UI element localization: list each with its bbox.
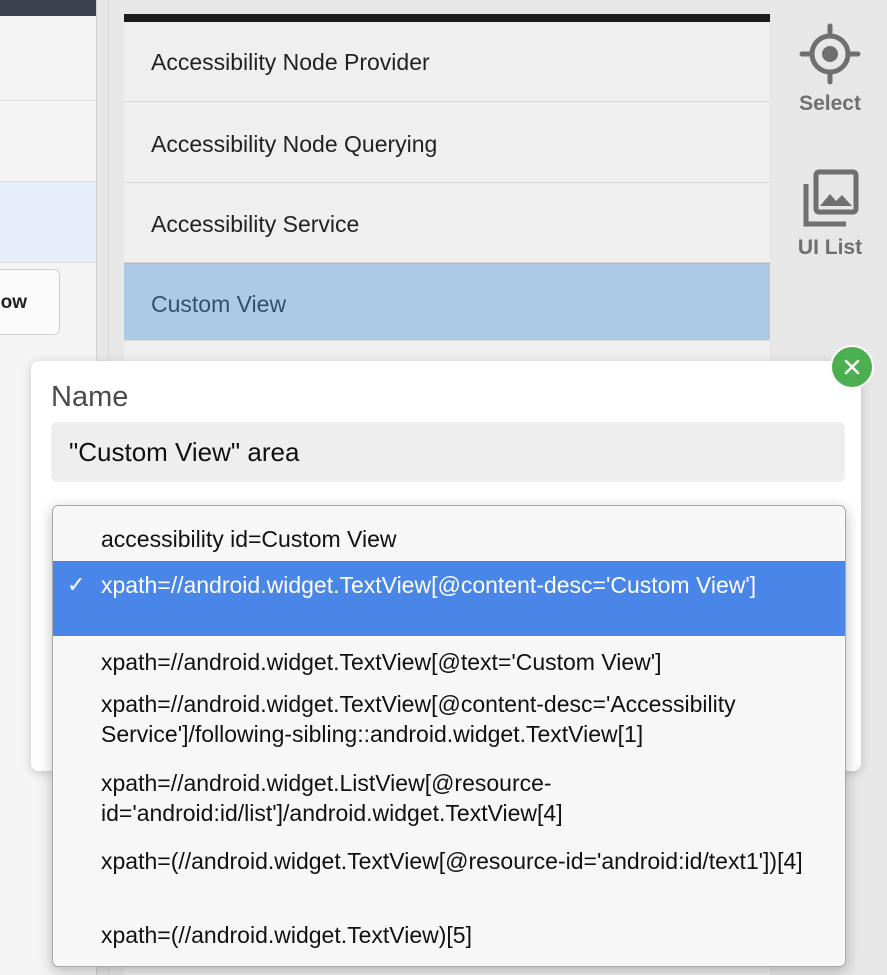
list-item-label: Accessibility Node Provider (151, 49, 430, 75)
locator-option[interactable]: xpath=//android.widget.TextView[@content… (53, 689, 845, 749)
left-list-row-selected[interactable] (0, 182, 96, 263)
locator-option[interactable]: xpath=//android.widget.TextView[@text='C… (53, 647, 845, 677)
image-stack-icon (803, 169, 859, 227)
locator-option[interactable]: xpath=(//android.widget.TextView[@resour… (53, 846, 845, 876)
locator-option-text: xpath=(//android.widget.TextView)[5] (101, 922, 472, 948)
left-list-row[interactable] (0, 101, 96, 182)
select-tool-button[interactable]: Select (784, 22, 876, 116)
checkmark-icon: ✓ (67, 572, 86, 597)
list-item-label: Accessibility Service (151, 211, 360, 237)
ui-list-tool-button[interactable]: UI List (784, 166, 876, 260)
name-label: Name (51, 381, 129, 413)
locator-dropdown[interactable]: accessibility id=Custom View ✓ xpath=//a… (52, 505, 846, 967)
close-icon (844, 359, 860, 375)
list-item-label: Accessibility Node Querying (151, 131, 438, 157)
list-item-accessibility-service[interactable]: Accessibility Service (124, 183, 770, 263)
ui-list-tool-label: UI List (797, 236, 863, 259)
locator-option-text: xpath=//android.widget.ListView[@resourc… (101, 770, 563, 826)
left-list-row[interactable] (0, 16, 96, 101)
close-button[interactable] (830, 345, 874, 389)
left-action-button-label: ow (0, 292, 27, 313)
crosshair-icon (799, 23, 861, 85)
locator-option-text: xpath=//android.widget.TextView[@text='C… (101, 649, 662, 675)
left-topbar (0, 0, 96, 16)
locator-option[interactable]: accessibility id=Custom View (53, 524, 845, 554)
locator-option-text: accessibility id=Custom View (101, 526, 397, 552)
locator-option[interactable]: xpath=//android.widget.ListView[@resourc… (53, 768, 845, 828)
name-input[interactable] (51, 422, 845, 482)
locator-option-text: xpath=//android.widget.TextView[@content… (101, 691, 736, 747)
locator-option-text: xpath=//android.widget.TextView[@content… (101, 572, 757, 598)
select-tool-label: Select (799, 92, 861, 115)
left-action-button[interactable]: ow (0, 269, 60, 335)
list-item-label: Custom View (151, 291, 287, 317)
locator-option-selected[interactable]: ✓ xpath=//android.widget.TextView[@conte… (53, 561, 845, 636)
list-item-custom-view-highlighted[interactable]: Custom View (124, 263, 770, 341)
list-item-accessibility-node-provider[interactable]: Accessibility Node Provider (124, 22, 770, 102)
screen-top-bar (124, 14, 770, 22)
locator-option-text: xpath=(//android.widget.TextView[@resour… (101, 848, 803, 874)
list-item-accessibility-node-querying[interactable]: Accessibility Node Querying (124, 103, 770, 183)
locator-option[interactable]: xpath=(//android.widget.TextView)[5] (53, 920, 845, 950)
